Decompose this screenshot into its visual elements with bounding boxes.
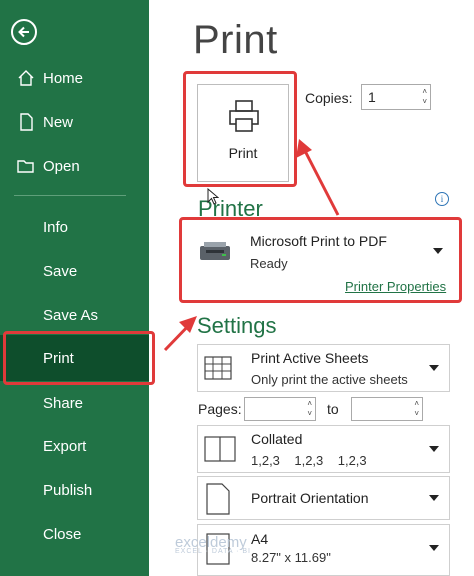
dropdown-caret-icon bbox=[429, 495, 439, 501]
collation-select[interactable]: Collated 1,2,3 1,2,3 1,2,3 bbox=[197, 425, 450, 473]
pages-from-input[interactable]: ˄ ˅ bbox=[244, 397, 316, 421]
print-what-subtitle: Only print the active sheets bbox=[251, 372, 408, 387]
pages-to-input[interactable]: ˄ ˅ bbox=[351, 397, 423, 421]
orientation-select[interactable]: Portrait Orientation bbox=[197, 476, 450, 520]
spin-arrows-icon[interactable]: ˄ ˅ bbox=[307, 399, 312, 419]
paper-title: A4 bbox=[251, 531, 269, 547]
collation-title: Collated bbox=[251, 431, 303, 447]
collation-subtitle: 1,2,3 1,2,3 1,2,3 bbox=[251, 453, 367, 468]
settings-heading: Settings bbox=[197, 313, 277, 338]
dropdown-caret-icon bbox=[429, 365, 439, 371]
spin-arrows-icon[interactable]: ˄ ˅ bbox=[414, 399, 419, 419]
orientation-title: Portrait Orientation bbox=[251, 490, 369, 506]
watermark-tagline: EXCEL · DATA · BI bbox=[175, 548, 251, 555]
paper-subtitle: 8.27" x 11.69" bbox=[251, 550, 331, 565]
print-what-title: Print Active Sheets bbox=[251, 350, 369, 366]
to-label: to bbox=[327, 401, 339, 417]
dropdown-caret-icon bbox=[429, 446, 439, 452]
sheet-grid-icon bbox=[204, 356, 232, 380]
pages-label: Pages: bbox=[198, 401, 242, 417]
dropdown-caret-icon bbox=[429, 545, 439, 551]
print-what-select[interactable]: Print Active Sheets Only print the activ… bbox=[197, 344, 450, 392]
portrait-page-icon bbox=[206, 483, 230, 515]
watermark-logo: exceldemy EXCEL · DATA · BI bbox=[175, 534, 251, 555]
collated-pages-icon bbox=[204, 436, 236, 462]
